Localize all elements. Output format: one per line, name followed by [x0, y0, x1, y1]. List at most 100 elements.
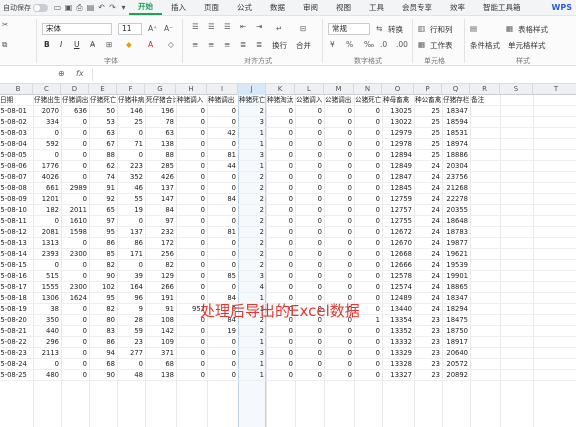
table-cell[interactable]: 59	[117, 326, 145, 337]
table-cell[interactable]: 0	[295, 150, 324, 161]
table-cell[interactable]: 13327	[382, 370, 414, 381]
currency-icon[interactable]: ¥	[330, 40, 335, 49]
table-cell[interactable]: 0	[266, 249, 295, 260]
table-cell[interactable]: 0	[324, 161, 354, 172]
table-cell[interactable]: 0	[266, 161, 295, 172]
table-cell[interactable]: 82	[145, 260, 176, 271]
table-cell[interactable]: 196	[145, 106, 176, 117]
table-cell[interactable]: 74	[89, 172, 117, 183]
table-cell[interactable]: 13440	[382, 304, 414, 315]
table-cell[interactable]: 0	[61, 117, 89, 128]
table-cell[interactable]: 0	[176, 183, 207, 194]
font-size-select[interactable]: 11	[118, 23, 142, 35]
distribute-icon[interactable]: ≣	[256, 40, 262, 49]
table-cell[interactable]: 3	[238, 117, 266, 128]
table-header-cell[interactable]: 种猪淘汰	[266, 95, 295, 106]
table-cell[interactable]: 515	[33, 271, 61, 282]
table-cell[interactable]: 0	[324, 150, 354, 161]
table-cell[interactable]: 0	[354, 216, 382, 227]
table-cell[interactable]: 0	[176, 139, 207, 150]
table-cell[interactable]: 97	[145, 216, 176, 227]
table-cell[interactable]: 78	[145, 117, 176, 128]
table-cell[interactable]: 96	[117, 293, 145, 304]
table-cell[interactable]: 0	[117, 359, 145, 370]
table-cell[interactable]: 19539	[442, 260, 470, 271]
table-header-cell[interactable]: 仔猪死亡	[89, 95, 117, 106]
table-cell[interactable]: 426	[145, 172, 176, 183]
table-cell[interactable]: 0	[61, 172, 89, 183]
table-cell[interactable]: 0	[207, 337, 238, 348]
table-cell[interactable]: 25-08-19	[0, 304, 29, 315]
underline-icon[interactable]: U	[74, 40, 80, 49]
table-cell[interactable]: 0	[176, 227, 207, 238]
table-cell[interactable]: 0	[266, 106, 295, 117]
table-header-cell[interactable]: 公猪调出	[324, 95, 354, 106]
table-cell[interactable]: 91	[145, 304, 176, 315]
table-cell[interactable]: 19	[117, 205, 145, 216]
table-cell[interactable]: 24	[414, 282, 442, 293]
table-cell[interactable]: 25	[117, 117, 145, 128]
table-cell[interactable]: 3	[238, 271, 266, 282]
table-cell[interactable]: 1	[238, 359, 266, 370]
column-header-g[interactable]: G	[145, 84, 176, 95]
column-header-e[interactable]: E	[89, 84, 117, 95]
table-cell[interactable]: 38	[33, 304, 61, 315]
cond-format-icon[interactable]: ▤	[470, 24, 477, 33]
table-cell[interactable]: 12979	[382, 128, 414, 139]
table-cell[interactable]: 86	[89, 337, 117, 348]
table-header-cell[interactable]: 种猪调入	[176, 95, 207, 106]
table-cell[interactable]: 0	[207, 172, 238, 183]
copy-icon[interactable]: ⧉	[2, 40, 7, 50]
table-cell[interactable]: 24	[414, 249, 442, 260]
table-cell[interactable]: 25-08-03	[0, 128, 29, 139]
table-cell[interactable]: 25-08-12	[0, 227, 29, 238]
table-cell[interactable]: 1555	[33, 282, 61, 293]
table-cell[interactable]: 0	[354, 183, 382, 194]
dropdown-icon[interactable]: ▾	[118, 3, 129, 12]
table-cell[interactable]: 285	[145, 161, 176, 172]
table-cell[interactable]: 0	[324, 172, 354, 183]
table-cell[interactable]: 1610	[61, 216, 89, 227]
column-header-q[interactable]: Q	[442, 84, 470, 95]
table-cell[interactable]: 0	[295, 216, 324, 227]
table-style-label[interactable]: 表格样式	[518, 24, 548, 35]
table-cell[interactable]: 0	[207, 139, 238, 150]
table-cell[interactable]: 1	[238, 161, 266, 172]
table-header-cell[interactable]: 种公畜禽	[414, 95, 442, 106]
table-cell[interactable]: 86	[89, 238, 117, 249]
table-cell[interactable]: 12574	[382, 282, 414, 293]
table-cell[interactable]: 12849	[382, 161, 414, 172]
table-cell[interactable]: 13025	[382, 106, 414, 117]
table-cell[interactable]: 24	[414, 238, 442, 249]
table-cell[interactable]: 0	[176, 282, 207, 293]
table-cell[interactable]: 2	[238, 260, 266, 271]
table-cell[interactable]: 25-08-17	[0, 282, 29, 293]
indent-increase-icon[interactable]: ⇥	[256, 22, 262, 31]
table-cell[interactable]: 20355	[442, 205, 470, 216]
justify-icon[interactable]: ≣	[240, 40, 246, 49]
table-cell[interactable]: 171	[117, 249, 145, 260]
table-cell[interactable]: 0	[354, 260, 382, 271]
table-cell[interactable]: 18886	[442, 150, 470, 161]
table-cell[interactable]: 0	[324, 370, 354, 381]
table-cell[interactable]: 0	[207, 359, 238, 370]
table-cell[interactable]: 95	[89, 293, 117, 304]
table-cell[interactable]: 334	[33, 117, 61, 128]
wrap-icon[interactable]: ↵	[276, 24, 282, 33]
table-cell[interactable]: 12978	[382, 139, 414, 150]
table-cell[interactable]: 592	[33, 139, 61, 150]
table-cell[interactable]: 0	[324, 194, 354, 205]
table-cell[interactable]: 0	[207, 370, 238, 381]
formula-input[interactable]	[92, 68, 572, 81]
table-cell[interactable]: 0	[354, 238, 382, 249]
table-cell[interactable]: 0	[176, 348, 207, 359]
table-cell[interactable]: 0	[61, 370, 89, 381]
table-cell[interactable]: 1	[238, 337, 266, 348]
table-cell[interactable]: 0	[207, 183, 238, 194]
table-cell[interactable]: 2	[238, 326, 266, 337]
cut-icon[interactable]: ✂	[2, 20, 8, 29]
table-cell[interactable]: 25-08-07	[0, 172, 29, 183]
table-cell[interactable]: 12847	[382, 172, 414, 183]
table-cell[interactable]: 0	[207, 106, 238, 117]
table-cell[interactable]: 39	[117, 271, 145, 282]
